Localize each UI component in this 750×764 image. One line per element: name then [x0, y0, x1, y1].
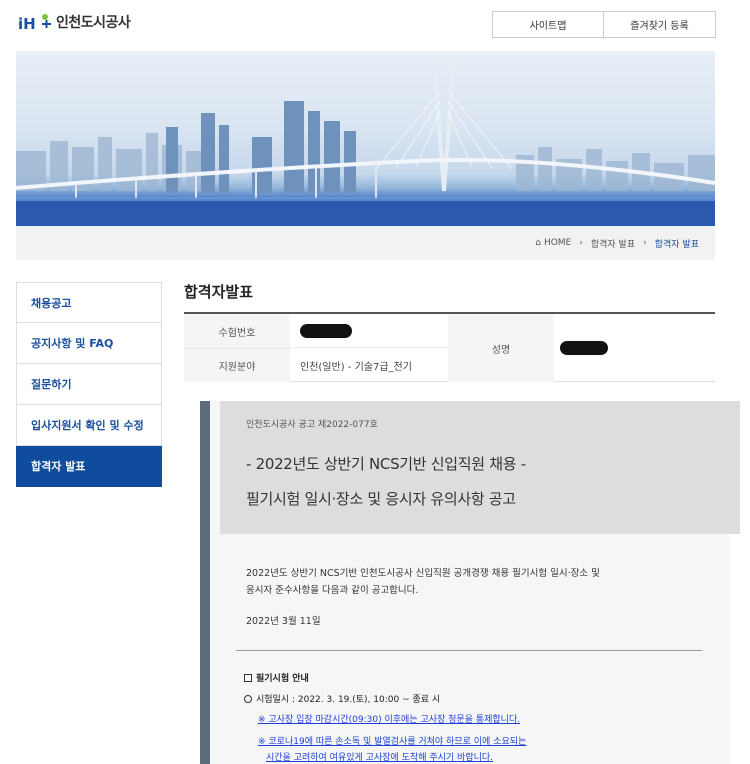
exam-section-title-text: 필기시험 안내 [256, 674, 309, 684]
notice-body: 2022년도 상반기 NCS기반 인천도시공사 신입직원 공개경쟁 채용 필기시… [246, 565, 646, 599]
ih-logo-icon: iH [18, 14, 51, 32]
notice-body-line2: 응시자 준수사항을 다음과 같이 공고합니다. [246, 585, 419, 596]
redacted-exam-number [300, 323, 352, 338]
name-value [554, 314, 715, 382]
top-links: 사이트맵 즐겨찾기 등록 [492, 11, 716, 38]
covid-warning-line1: ※ 코로나19에 따른 손소독 및 발열검사를 거쳐야 하므로 이에 소요되는 [258, 737, 527, 747]
circle-bullet-icon [244, 694, 252, 703]
notice-title-line1: - 2022년도 상반기 NCS기반 신입직원 채용 - [246, 455, 526, 473]
sidebar-item-job-postings[interactable]: 채용공고 [16, 282, 162, 323]
notice-title-line2: 필기시험 일시·장소 및 응시자 유의사항 공고 [246, 490, 516, 508]
exam-datetime: 시험일시 : 2022. 3. 19.(토), 10:00 ~ 종료 시 [244, 692, 526, 705]
notice-body-line1: 2022년도 상반기 NCS기반 인천도시공사 신입직원 공개경쟁 채용 필기시… [246, 568, 600, 579]
sidebar-item-application-edit[interactable]: 입사지원서 확인 및 수정 [16, 405, 162, 446]
notice-document: 인천도시공사 공고 제2022-077호 - 2022년도 상반기 NCS기반 … [200, 401, 740, 764]
applicant-info-table: 수험번호 지원분야 인천(일반) - 기술7급_전기 성명 [184, 312, 715, 382]
exam-number-value [290, 314, 448, 348]
chevron-right-icon: › [579, 238, 583, 248]
page-title: 합격자발표 [184, 283, 254, 301]
sitemap-link[interactable]: 사이트맵 [492, 11, 604, 38]
breadcrumb-current[interactable]: 합격자 발표 [655, 237, 699, 250]
notice-date: 2022년 3월 11일 [246, 616, 321, 627]
notice-header: 인천도시공사 공고 제2022-077호 - 2022년도 상반기 NCS기반 … [220, 401, 740, 534]
divider [236, 650, 702, 651]
covid-warning-line2: 시간을 고려하여 여유있게 고사장에 도착해 주시기 바랍니다. [266, 753, 494, 763]
site-header: iH 인천도시공사 사이트맵 즐겨찾기 등록 [0, 0, 750, 50]
square-bullet-icon [244, 673, 252, 682]
site-logo[interactable]: iH 인천도시공사 [18, 12, 131, 32]
bridge-skyline-image [16, 55, 715, 226]
breadcrumb-home[interactable]: HOME [544, 238, 571, 248]
sidebar-nav: 채용공고 공지사항 및 FAQ 질문하기 입사지원서 확인 및 수정 합격자 발… [16, 282, 162, 487]
logo-text: 인천도시공사 [56, 15, 131, 31]
breadcrumb-item[interactable]: 합격자 발표 [591, 237, 635, 250]
sidebar-item-notices-faq[interactable]: 공지사항 및 FAQ [16, 323, 162, 364]
exam-section-title: 필기시험 안내 [244, 671, 526, 684]
notice-number: 인천도시공사 공고 제2022-077호 [246, 420, 378, 430]
field-label: 지원분야 [184, 348, 290, 382]
svg-text:iH: iH [18, 15, 36, 32]
field-value: 인천(일반) - 기술7급_전기 [300, 361, 412, 373]
entry-deadline-warning: ※ 고사장 입장 마감시간(09:30) 이후에는 고사장 청문을 통제합니다. [258, 715, 521, 725]
chevron-right-icon: › [643, 238, 647, 248]
sidebar-item-results[interactable]: 합격자 발표 [16, 446, 162, 487]
sidebar-item-questions[interactable]: 질문하기 [16, 364, 162, 405]
home-icon[interactable]: ⌂ [535, 238, 541, 248]
name-label: 성명 [448, 314, 554, 382]
hero-banner [16, 51, 715, 226]
bookmark-link[interactable]: 즐겨찾기 등록 [604, 11, 716, 38]
breadcrumb: ⌂ HOME › 합격자 발표 › 합격자 발표 [16, 226, 715, 260]
exam-datetime-text: 시험일시 : 2022. 3. 19.(토), 10:00 ~ 종료 시 [256, 695, 441, 705]
exam-info-section: 필기시험 안내 시험일시 : 2022. 3. 19.(토), 10:00 ~ … [244, 671, 526, 763]
redacted-name [560, 341, 608, 355]
exam-number-label: 수험번호 [184, 314, 290, 348]
